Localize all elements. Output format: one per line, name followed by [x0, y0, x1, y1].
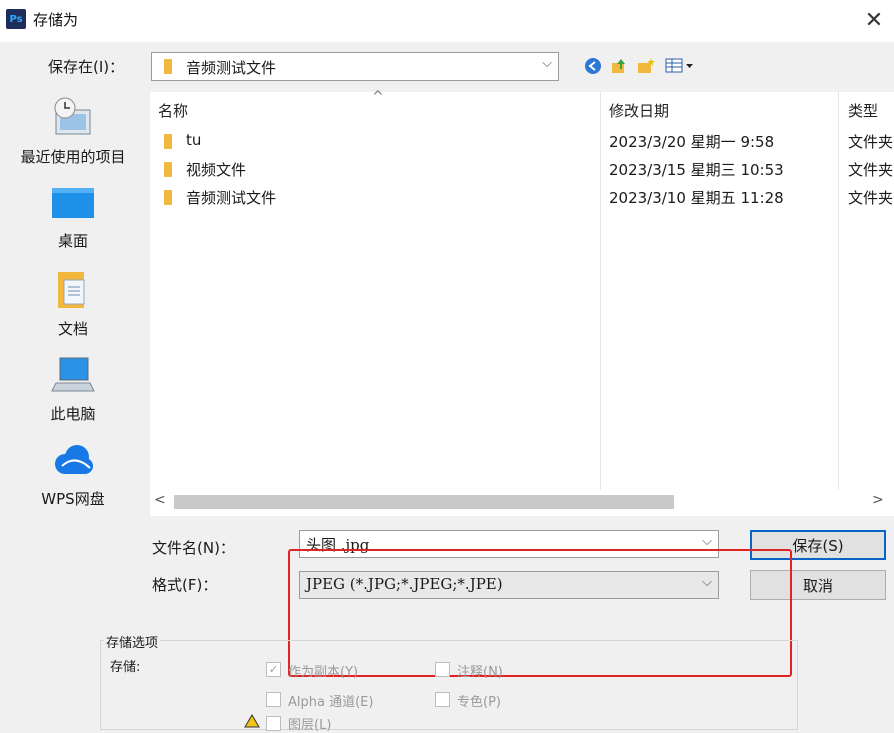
- title-bar: [0, 0, 894, 42]
- notes-label: 注释(N): [457, 665, 503, 680]
- place-desktop[interactable]: 桌面: [5, 186, 141, 251]
- place-recent[interactable]: 最近使用的项目: [5, 96, 141, 167]
- file-date: 2023/3/15 星期三 10:53: [609, 161, 784, 179]
- layers-checkbox[interactable]: [266, 716, 281, 731]
- layers-label: 图层(L): [288, 718, 332, 733]
- scroll-right-icon[interactable]: >: [872, 492, 884, 508]
- up-folder-icon: [612, 59, 625, 73]
- file-type: 文件夹: [848, 189, 894, 207]
- place-label: 此电脑: [50, 405, 96, 423]
- format-dropdown[interactable]: JPEG (*.JPG;*.JPEG;*.JPE) ⌵: [299, 571, 719, 599]
- file-date: 2023/3/20 星期一 9:58: [609, 133, 775, 151]
- file-row[interactable]: 音频测试文件 2023/3/10 星期五 11:28 文件夹: [150, 183, 894, 211]
- sort-ascending-icon: ^: [372, 89, 384, 105]
- folder-icon: [164, 190, 172, 205]
- new-folder-icon: [638, 58, 655, 73]
- save-button[interactable]: 保存(S): [750, 530, 886, 560]
- file-type: 文件夹: [848, 133, 894, 151]
- file-date: 2023/3/10 星期五 11:28: [609, 189, 784, 207]
- place-label: 文档: [57, 320, 88, 338]
- folder-icon: [164, 59, 172, 74]
- as-copy-label: 作为副本(Y): [288, 665, 359, 680]
- spot-color-checkbox[interactable]: [435, 692, 450, 707]
- filename-label: 文件名(N)：: [152, 539, 235, 557]
- as-copy-checkbox[interactable]: ✓: [266, 662, 281, 677]
- recent-icon: [54, 97, 91, 135]
- cancel-button[interactable]: 取消: [750, 570, 886, 600]
- folder-icon: [164, 162, 172, 177]
- column-header-type[interactable]: 类型: [848, 100, 878, 121]
- place-wps-drive[interactable]: WPS网盘: [5, 440, 141, 509]
- file-name: 视频文件: [186, 161, 247, 179]
- dialog-title: 存储为: [33, 11, 79, 29]
- horizontal-scrollbar[interactable]: < >: [150, 490, 894, 516]
- chevron-down-icon: ⌵: [542, 56, 552, 71]
- documents-icon: [58, 272, 85, 308]
- filename-value: 头图 .jpg: [306, 536, 370, 554]
- photoshop-app-icon: Ps: [6, 9, 26, 29]
- save-in-label: 保存在(I)：: [48, 58, 125, 76]
- file-type: 文件夹: [848, 161, 894, 179]
- save-options-group: [100, 640, 798, 730]
- back-arrow-icon: [585, 58, 601, 74]
- file-row[interactable]: tu 2023/3/20 星期一 9:58 文件夹: [150, 127, 894, 155]
- file-row[interactable]: 视频文件 2023/3/15 星期三 10:53 文件夹: [150, 155, 894, 183]
- save-in-dropdown[interactable]: 音频测试文件 ⌵: [151, 52, 559, 81]
- format-label: 格式(F)：: [152, 576, 218, 594]
- scroll-left-icon[interactable]: <: [154, 492, 166, 508]
- save-in-value: 音频测试文件: [186, 59, 277, 77]
- chevron-down-icon[interactable]: ⌵: [702, 534, 712, 549]
- computer-icon: [51, 357, 95, 392]
- view-menu-button[interactable]: [663, 56, 697, 76]
- back-button[interactable]: [583, 56, 603, 76]
- file-name: 音频测试文件: [186, 189, 277, 207]
- place-this-pc[interactable]: 此电脑: [5, 355, 141, 424]
- alpha-channel-label: Alpha 通道(E): [288, 695, 374, 710]
- format-value: JPEG (*.JPG;*.JPEG;*.JPE): [306, 575, 503, 593]
- column-header-name[interactable]: 名称: [158, 100, 188, 121]
- place-label: 最近使用的项目: [20, 148, 126, 166]
- save-options-label: 存储:: [110, 660, 141, 675]
- folder-icon: [164, 134, 172, 149]
- filename-input[interactable]: 头图 .jpg ⌵: [299, 530, 719, 558]
- column-header-date[interactable]: 修改日期: [609, 100, 669, 121]
- place-documents[interactable]: 文档: [5, 270, 141, 339]
- cloud-icon: [55, 445, 93, 474]
- warning-icon: [244, 714, 260, 732]
- alpha-channel-checkbox[interactable]: [266, 692, 281, 707]
- notes-checkbox[interactable]: [435, 662, 450, 677]
- new-folder-button[interactable]: [636, 56, 656, 76]
- close-button[interactable]: ✕: [858, 4, 890, 36]
- up-folder-button[interactable]: [609, 56, 629, 76]
- scrollbar-thumb[interactable]: [174, 495, 674, 509]
- file-list[interactable]: 名称 ^ 修改日期 类型 tu 2023/3/20 星期一 9:58 文件夹 视…: [150, 89, 894, 490]
- file-name: tu: [186, 131, 202, 149]
- place-label: WPS网盘: [41, 490, 105, 508]
- place-label: 桌面: [57, 232, 88, 250]
- chevron-down-icon: ⌵: [702, 575, 712, 590]
- save-options-title: 存储选项: [104, 632, 161, 651]
- spot-color-label: 专色(P): [457, 695, 501, 710]
- view-grid-icon: [665, 58, 693, 73]
- desktop-icon: [52, 188, 94, 218]
